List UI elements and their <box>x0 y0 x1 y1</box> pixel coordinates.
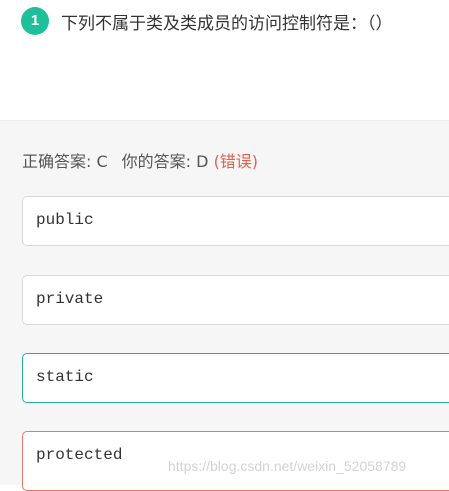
question-number-badge: 1 <box>21 7 49 35</box>
answer-result: 正确答案: C 你的答案: D (错误) <box>22 148 258 172</box>
option-c-text: static <box>36 368 94 386</box>
question-text: 下列不属于类及类成员的访问控制符是：（） <box>61 14 393 34</box>
option-a[interactable]: public <box>22 196 449 246</box>
watermark: https://blog.csdn.net/weixin_52058789 <box>168 458 407 474</box>
answer-status: (错误) <box>213 152 259 171</box>
option-d-text: protected <box>36 446 123 464</box>
option-b-text: private <box>36 290 104 308</box>
correct-answer-label: 正确答案: C <box>22 152 108 171</box>
question-header: 1 下列不属于类及类成员的访问控制符是：（） <box>0 0 449 120</box>
option-b[interactable]: private <box>22 275 449 325</box>
your-answer-label: 你的答案: D <box>121 152 209 171</box>
option-c-correct[interactable]: static <box>22 353 449 403</box>
option-a-text: public <box>36 211 94 229</box>
